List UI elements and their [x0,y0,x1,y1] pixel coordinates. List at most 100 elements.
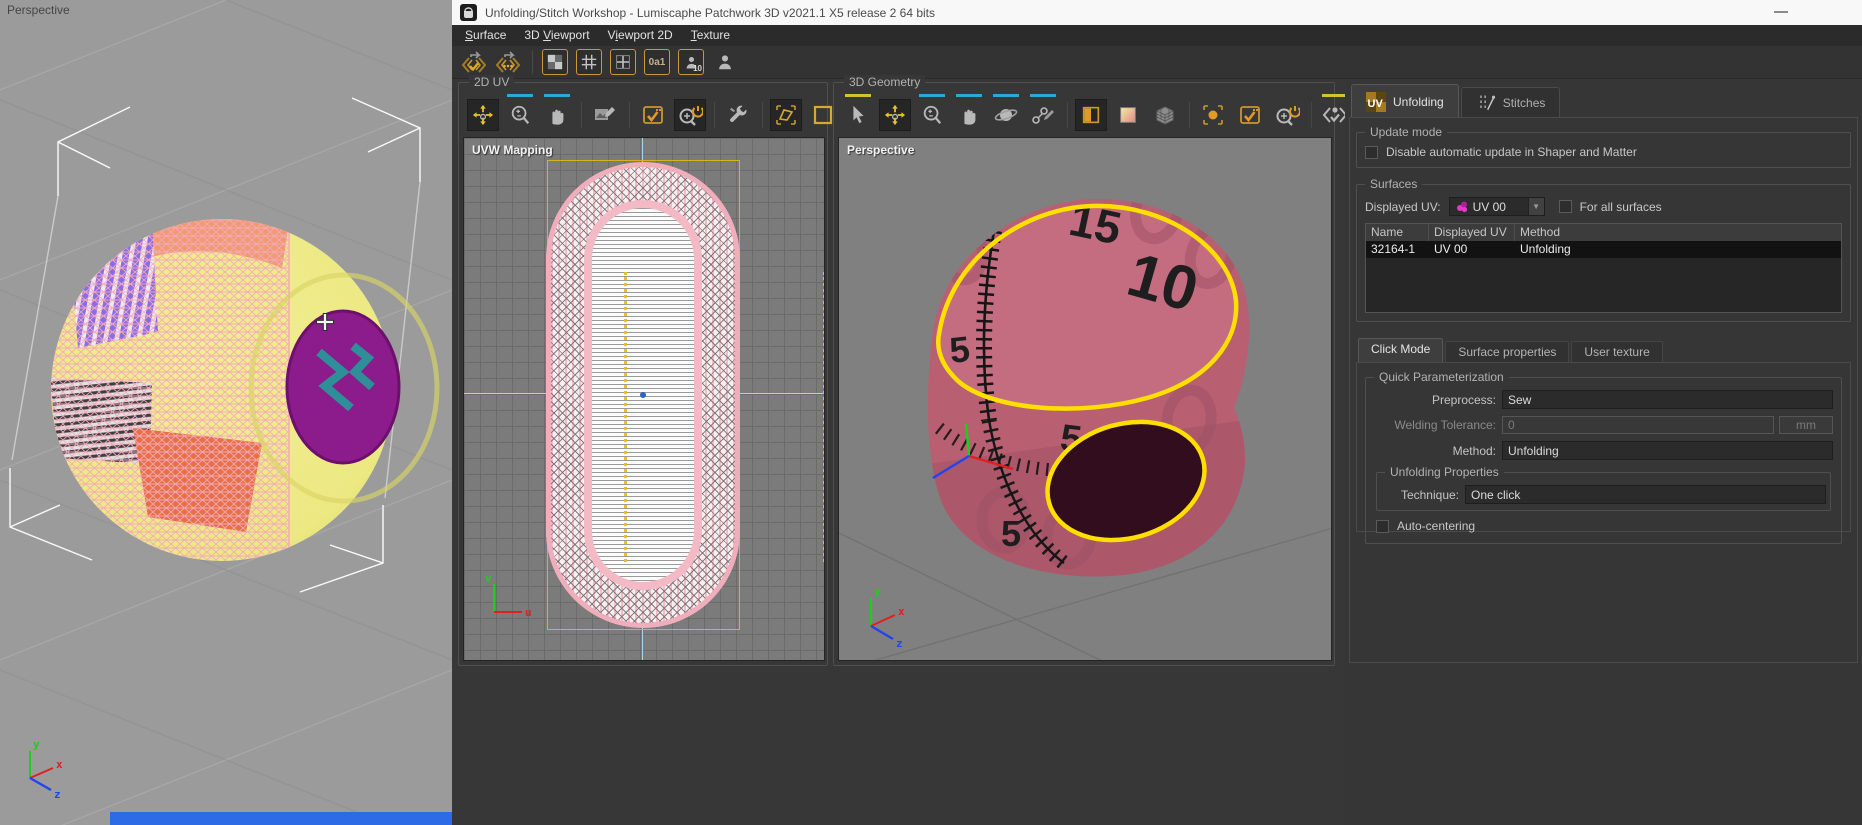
displayed-uv-label: Displayed UV: [1365,199,1441,214]
toolbar-separator [1189,102,1190,128]
person-button[interactable] [711,48,739,76]
disable-auto-update-label: Disable automatic update in Shaper and M… [1386,145,1637,159]
tab-surface-properties[interactable]: Surface properties [1445,341,1570,362]
gradient-display-button[interactable] [1112,99,1144,131]
ball-frame-button[interactable] [1197,99,1229,131]
tab-user-texture[interactable]: User texture [1571,341,1663,362]
disable-auto-update-checkbox[interactable] [1365,145,1378,159]
unfolding-properties-group: Unfolding Properties Technique: One clic… [1376,465,1831,511]
menu-3d-viewport[interactable]: 3D Viewport [515,25,598,46]
3d-geometry-panel-label: 3D Geometry [844,75,926,89]
mesh-box-display-button[interactable] [1149,99,1181,131]
tab-label: Unfolding [1393,94,1444,109]
cell-name: 32164-1 [1371,242,1416,256]
text-icon-label: 0a1 [648,56,666,68]
tape-cuff-object[interactable]: 15 10 5 5 5 [899,177,1269,608]
auto-centering-checkbox[interactable] [1376,519,1389,533]
click-mode-tab-page: Quick Parameterization Preprocess: Sew W… [1356,362,1851,544]
tab-click-mode[interactable]: Click Mode [1358,338,1444,362]
grid-plus-display-button[interactable] [609,48,637,76]
tape-number: 15 [1065,193,1126,255]
app-icon [460,4,477,21]
grid-display-button[interactable] [575,48,603,76]
menu-surface[interactable]: Surface [456,25,515,46]
text-format-display-button[interactable]: 0a1 [643,48,671,76]
technique-dropdown[interactable]: One click [1465,485,1826,504]
window-check-button[interactable] [637,99,669,131]
move-button[interactable] [879,99,911,131]
person-count-display-button[interactable]: 10 [677,48,705,76]
surface-select-button[interactable] [770,99,802,131]
image-brush-button[interactable] [589,99,621,131]
magnifier-power-button[interactable] [674,99,706,131]
wrench-tools-button[interactable] [722,99,754,131]
zoom-button[interactable] [504,94,536,131]
perspective-3d-viewport[interactable]: Perspective 15 10 5 5 5 y x z [838,137,1332,661]
toolbar-separator [581,102,582,128]
surfaces-table[interactable]: Name Displayed UV Method 32164-1 UV 00 U… [1365,223,1842,313]
axis-z-label: z [896,637,903,650]
toolbar-separator [532,50,533,74]
displayed-uv-dropdown[interactable]: UV 00 ▼ [1448,197,1545,216]
method-value: Unfolding [1508,443,1559,458]
preprocess-label: Preprocess: [1431,392,1496,407]
uv-island-vertex-dots [823,272,824,562]
zoom-button[interactable] [916,94,948,131]
tape-number: 5 [1001,513,1021,554]
planet-orbit-button[interactable] [990,94,1022,131]
magnifier-power-button[interactable] [1271,99,1303,131]
menu-viewport-2d[interactable]: Viewport 2D [599,25,682,46]
2d-uv-toolbar [467,94,844,131]
toolbar-separator [629,102,630,128]
col-method: Method [1520,225,1561,239]
title-bar[interactable]: Unfolding/Stitch Workshop - Lumiscaphe P… [452,0,1862,25]
update-mode-label: Update mode [1365,125,1448,139]
axis-x-label: x [56,758,63,771]
pan-hand-button[interactable] [953,94,985,131]
uvw-mapping-label: UVW Mapping [472,143,553,157]
node-brush-button[interactable] [1027,94,1059,131]
axis-y-label: y [33,738,40,751]
window-check-button[interactable] [1234,99,1266,131]
move-button[interactable] [467,99,499,131]
half-square-display-button[interactable] [1075,99,1107,131]
unfold-check-button[interactable] [460,48,488,76]
axis-x-label: x [898,605,905,618]
cursor-select-button[interactable] [842,94,874,131]
uv-island-vertex-dots [624,272,627,562]
uv-island-center-point [640,392,646,398]
menu-texture[interactable]: Texture [682,25,739,46]
menu-bar: Surface 3D Viewport Viewport 2D Texture [452,25,1862,46]
tab-stitches[interactable]: Stitches [1460,87,1561,118]
tab-unfolding[interactable]: UV Unfolding [1351,84,1459,118]
svg-text:UV: UV [1368,98,1384,110]
update-mode-group: Update mode Disable automatic update in … [1356,125,1851,168]
shaper-viewport-label: Perspective [7,3,70,17]
minimize-button[interactable] [1774,11,1788,13]
shaper-3d-viewport[interactable]: y x z Perspective [0,0,452,825]
tape-cuff-scene: 15 10 5 5 5 y x z [839,177,1331,660]
preprocess-dropdown[interactable]: Sew [1502,390,1833,409]
toolbar-separator [762,102,763,128]
uv-ball-object[interactable] [46,162,440,586]
uvw-mapping-viewport[interactable]: UVW Mapping v u [463,137,825,661]
shaper-scene: y x z [0,0,452,825]
axis-z-label: z [54,788,61,801]
col-name: Name [1366,224,1429,241]
table-row[interactable]: 32164-1 UV 00 Unfolding [1366,241,1841,258]
surfaces-label: Surfaces [1365,177,1423,191]
3d-geometry-toolbar [842,94,1356,131]
for-all-surfaces-checkbox[interactable] [1558,200,1572,213]
welding-tolerance-label: Welding Tolerance: [1394,418,1496,432]
pan-hand-button[interactable] [541,94,573,131]
welding-tolerance-input[interactable]: 0 [1502,416,1774,434]
uv-island-capsule[interactable] [546,162,824,628]
screen: y x z Perspective Unfolding/Stitch Works… [0,0,1862,825]
unfold-dots-button[interactable] [494,48,522,76]
checkerboard-display-button[interactable] [541,48,569,76]
uv-checker-icon: UV [1366,92,1386,112]
method-dropdown[interactable]: Unfolding [1502,441,1833,460]
chevron-down-icon[interactable]: ▼ [1527,198,1544,215]
col-displayed-uv: Displayed UV [1429,224,1515,241]
axis-y-label: y [874,585,881,598]
